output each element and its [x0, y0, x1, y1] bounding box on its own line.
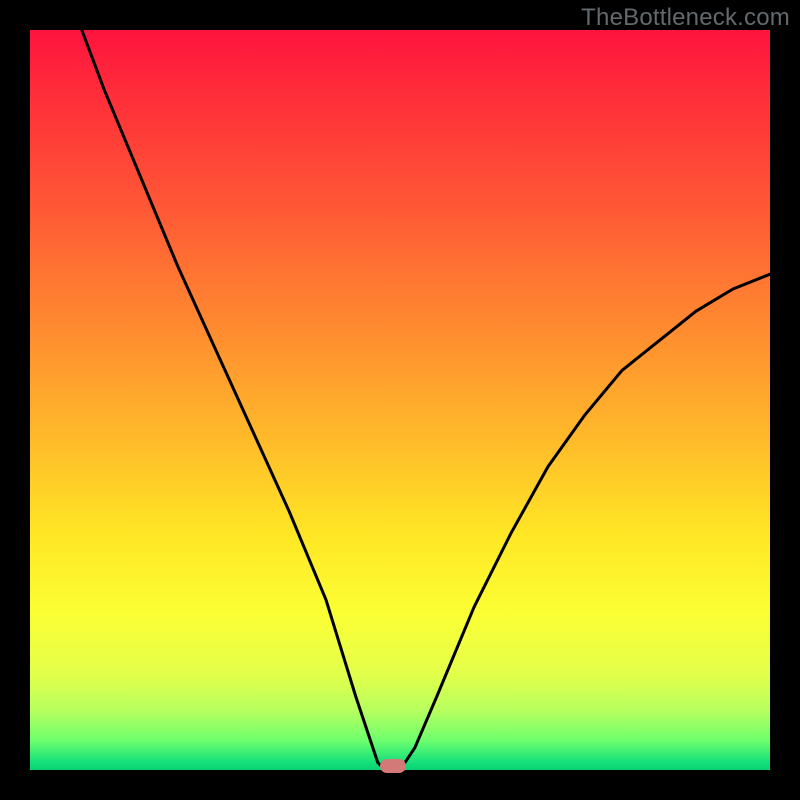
chart-frame: TheBottleneck.com: [0, 0, 800, 800]
optimal-marker: [380, 759, 406, 773]
bottleneck-curve: [30, 30, 770, 770]
plot-area: [30, 30, 770, 770]
attribution-text: TheBottleneck.com: [581, 4, 790, 32]
curve-path: [82, 30, 770, 770]
